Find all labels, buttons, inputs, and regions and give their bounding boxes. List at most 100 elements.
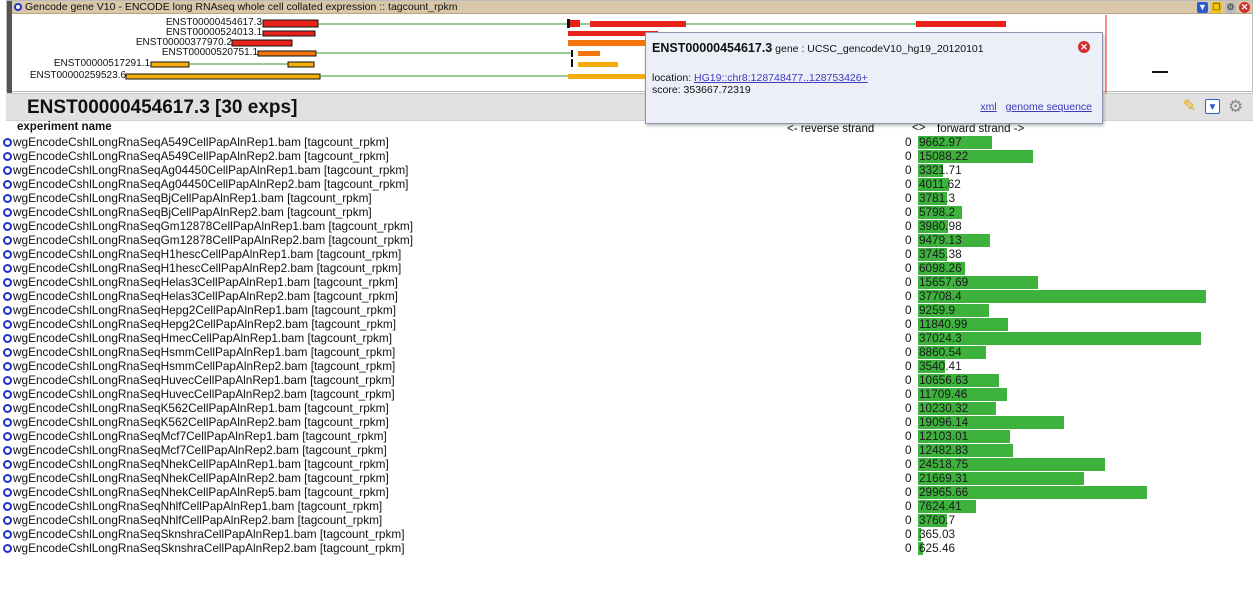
forward-strand-value: 29965.66 [919,485,969,499]
reverse-strand-value: 0 [905,499,912,513]
reverse-strand-value: 0 [905,401,912,415]
experiment-circle-icon[interactable] [3,390,12,399]
reverse-strand-value: 0 [905,275,912,289]
experiment-row[interactable]: wgEncodeCshlLongRnaSeqMcf7CellPapAlnRep1… [0,429,1255,443]
experiment-row[interactable]: wgEncodeCshlLongRnaSeqAg04450CellPapAlnR… [0,163,1255,177]
popup-links: xml genome sequence [974,101,1092,113]
experiment-row[interactable]: wgEncodeCshlLongRnaSeqHepg2CellPapAlnRep… [0,303,1255,317]
experiment-row[interactable]: wgEncodeCshlLongRnaSeqAg04450CellPapAlnR… [0,177,1255,191]
experiment-row[interactable]: wgEncodeCshlLongRnaSeqH1hescCellPapAlnRe… [0,261,1255,275]
experiment-circle-icon[interactable] [3,208,12,217]
reverse-strand-value: 0 [905,163,912,177]
close-icon[interactable]: ✕ [1078,41,1090,53]
column-forward-strand[interactable]: forward strand -> [937,123,1024,135]
experiment-circle-icon[interactable] [3,432,12,441]
experiment-row[interactable]: wgEncodeCshlLongRnaSeqNhlfCellPapAlnRep2… [0,513,1255,527]
experiment-row[interactable]: wgEncodeCshlLongRnaSeqK562CellPapAlnRep2… [0,415,1255,429]
experiment-row[interactable]: wgEncodeCshlLongRnaSeqHelas3CellPapAlnRe… [0,275,1255,289]
reverse-strand-value: 0 [905,359,912,373]
popup-location-link[interactable]: HG19::chr8:128748477..128753426+ [694,72,868,84]
experiment-row[interactable]: wgEncodeCshlLongRnaSeqSknshraCellPapAlnR… [0,541,1255,555]
experiment-row[interactable]: wgEncodeCshlLongRnaSeqHuvecCellPapAlnRep… [0,373,1255,387]
download-icon[interactable]: ▼ [1205,99,1220,114]
experiment-circle-icon[interactable] [3,180,12,189]
experiment-row[interactable]: wgEncodeCshlLongRnaSeqHepg2CellPapAlnRep… [0,317,1255,331]
experiment-circle-icon[interactable] [3,544,12,553]
reverse-strand-value: 0 [905,457,912,471]
experiment-circle-icon[interactable] [3,138,12,147]
experiment-circle-icon[interactable] [3,348,12,357]
gear-icon[interactable]: ⚙ [1225,2,1236,13]
experiment-circle-icon[interactable] [3,474,12,483]
experiment-circle-icon[interactable] [3,446,12,455]
copy-icon[interactable]: ❐ [1211,2,1222,13]
experiment-circle-icon[interactable] [3,236,12,245]
experiment-row[interactable]: wgEncodeCshlLongRnaSeqA549CellPapAlnRep1… [0,135,1255,149]
experiment-row[interactable]: wgEncodeCshlLongRnaSeqSknshraCellPapAlnR… [0,527,1255,541]
experiment-circle-icon[interactable] [3,292,12,301]
experiment-circle-icon[interactable] [3,488,12,497]
experiment-circle-icon[interactable] [3,222,12,231]
column-reverse-strand[interactable]: <- reverse strand [787,123,874,135]
experiment-row[interactable]: wgEncodeCshlLongRnaSeqK562CellPapAlnRep1… [0,401,1255,415]
track-title: Gencode gene V10 - ENCODE long RNAseq wh… [25,1,458,13]
track-title-bar[interactable]: Gencode gene V10 - ENCODE long RNAseq wh… [12,1,1252,14]
experiment-row[interactable]: wgEncodeCshlLongRnaSeqNhekCellPapAlnRep2… [0,471,1255,485]
forward-strand-value: 625.46 [919,541,956,555]
experiment-name: wgEncodeCshlLongRnaSeqNhekCellPapAlnRep2… [13,471,389,485]
experiment-row[interactable]: wgEncodeCshlLongRnaSeqBjCellPapAlnRep2.b… [0,205,1255,219]
track-title-icons: ▼ ❐ ⚙ ✕ [1197,1,1250,14]
reverse-strand-value: 0 [905,261,912,275]
forward-strand-value: 3781.3 [919,191,956,205]
experiment-circle-icon[interactable] [3,250,12,259]
experiment-row[interactable]: wgEncodeCshlLongRnaSeqMcf7CellPapAlnRep2… [0,443,1255,457]
experiment-circle-icon[interactable] [3,320,12,329]
pencil-icon[interactable]: ✎ [1182,99,1197,115]
experiment-row[interactable]: wgEncodeCshlLongRnaSeqGm12878CellPapAlnR… [0,219,1255,233]
experiment-row[interactable]: wgEncodeCshlLongRnaSeqHelas3CellPapAlnRe… [0,289,1255,303]
track-circle-icon[interactable] [14,3,22,11]
transcript-row[interactable]: ENST00000520751.1 [162,47,600,58]
experiment-circle-icon[interactable] [3,418,12,427]
forward-strand-value: 19096.14 [919,415,969,429]
transcript-label: ENST00000520751.1 [162,47,259,58]
experiment-row[interactable]: wgEncodeCshlLongRnaSeqGm12878CellPapAlnR… [0,233,1255,247]
experiment-name: wgEncodeCshlLongRnaSeqNhekCellPapAlnRep1… [13,457,389,471]
column-experiment-name[interactable]: experiment name [17,121,112,133]
experiment-circle-icon[interactable] [3,194,12,203]
experiment-row[interactable]: wgEncodeCshlLongRnaSeqHuvecCellPapAlnRep… [0,387,1255,401]
experiment-circle-icon[interactable] [3,376,12,385]
popup-xml-link[interactable]: xml [980,101,996,113]
experiment-circle-icon[interactable] [3,502,12,511]
experiment-circle-icon[interactable] [3,306,12,315]
gear-icon[interactable]: ⚙ [1228,98,1243,115]
experiment-circle-icon[interactable] [3,152,12,161]
experiment-circle-icon[interactable] [3,362,12,371]
experiment-circle-icon[interactable] [3,278,12,287]
experiment-row[interactable]: wgEncodeCshlLongRnaSeqNhekCellPapAlnRep5… [0,485,1255,499]
experiment-row[interactable]: wgEncodeCshlLongRnaSeqH1hescCellPapAlnRe… [0,247,1255,261]
popup-genome-sequence-link[interactable]: genome sequence [1006,101,1092,113]
experiment-circle-icon[interactable] [3,516,12,525]
popup-header: ENST00000454617.3 gene : UCSC_gencodeV10… [652,41,1094,55]
experiment-circle-icon[interactable] [3,530,12,539]
experiment-row[interactable]: wgEncodeCshlLongRnaSeqHsmmCellPapAlnRep2… [0,359,1255,373]
transcript-row[interactable]: ENST00000517291.1 [54,58,618,69]
feature-popup[interactable]: ENST00000454617.3 gene : UCSC_gencodeV10… [645,32,1103,124]
transcript-row[interactable]: ENST00000524013.1 [166,27,658,38]
experiment-circle-icon[interactable] [3,334,12,343]
experiment-row[interactable]: wgEncodeCshlLongRnaSeqA549CellPapAlnRep2… [0,149,1255,163]
experiment-circle-icon[interactable] [3,404,12,413]
forward-strand-value: 9662.97 [919,135,962,149]
experiment-circle-icon[interactable] [3,166,12,175]
transcript-row[interactable]: ENST00000454617.3 [166,17,1006,28]
experiment-row[interactable]: wgEncodeCshlLongRnaSeqHmecCellPapAlnRep1… [0,331,1255,345]
experiment-row[interactable]: wgEncodeCshlLongRnaSeqHsmmCellPapAlnRep1… [0,345,1255,359]
experiment-row[interactable]: wgEncodeCshlLongRnaSeqNhekCellPapAlnRep1… [0,457,1255,471]
experiment-row[interactable]: wgEncodeCshlLongRnaSeqBjCellPapAlnRep1.b… [0,191,1255,205]
experiment-row[interactable]: wgEncodeCshlLongRnaSeqNhlfCellPapAlnRep1… [0,499,1255,513]
experiment-circle-icon[interactable] [3,264,12,273]
download-icon[interactable]: ▼ [1197,2,1208,13]
close-icon[interactable]: ✕ [1239,2,1250,13]
experiment-circle-icon[interactable] [3,460,12,469]
